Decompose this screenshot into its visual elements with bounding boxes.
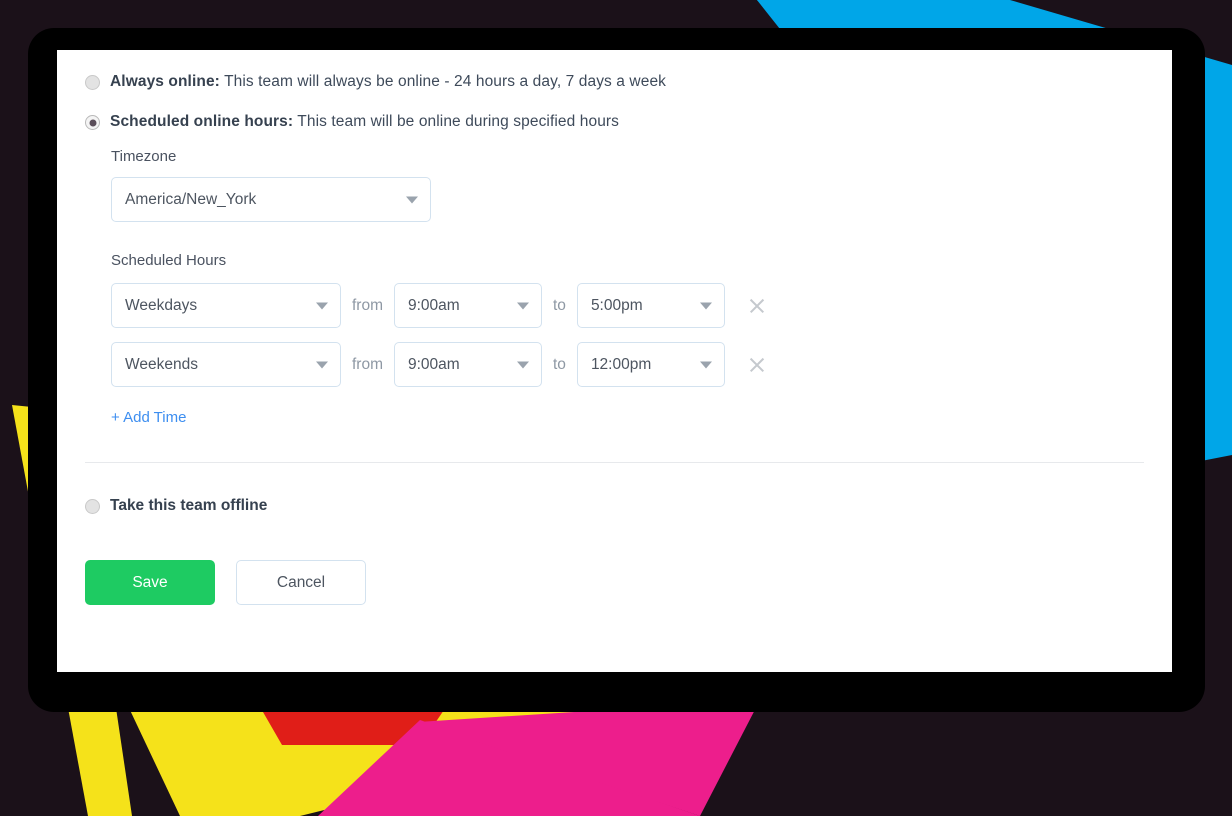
option-always-online-description: This team will always be online - 24 hou…: [219, 73, 667, 90]
schedule-from-value: 9:00am: [408, 355, 460, 373]
schedule-day-select[interactable]: Weekends: [111, 342, 341, 388]
option-scheduled-online-description: This team will be online during specifie…: [293, 113, 620, 131]
radio-scheduled-online[interactable]: [85, 115, 100, 131]
option-scheduled-online-title: Scheduled online hours:: [110, 113, 294, 131]
schedule-day-value: Weekdays: [125, 296, 198, 314]
schedule-to-select[interactable]: 12:00pm: [576, 342, 725, 388]
scheduled-hours-label: Scheduled Hours: [111, 252, 227, 270]
chevron-down-icon: [517, 361, 529, 369]
chevron-down-icon: [517, 302, 529, 310]
settings-card: Always online: This team will always be …: [57, 50, 1172, 672]
to-label: to: [553, 355, 566, 373]
schedule-from-select[interactable]: 9:00am: [394, 283, 542, 329]
close-icon[interactable]: [747, 296, 767, 316]
option-always-online[interactable]: Always online: This team will always be …: [85, 72, 1144, 92]
chevron-down-icon: [699, 302, 712, 310]
schedule-row: Weekends from 9:00am to 12:00pm: [111, 342, 1144, 388]
option-take-offline[interactable]: Take this team offline: [85, 497, 1144, 515]
schedule-day-value: Weekends: [125, 355, 198, 373]
chevron-down-icon: [406, 196, 418, 204]
section-divider: [85, 462, 1144, 464]
option-take-offline-label: Take this team offline: [110, 497, 268, 515]
schedule-from-select[interactable]: 9:00am: [394, 342, 542, 388]
chevron-down-icon: [699, 361, 712, 369]
option-always-online-title: Always online:: [110, 73, 220, 90]
schedule-configuration: Timezone America/New_York Scheduled Hour…: [85, 148, 1144, 430]
radio-take-offline[interactable]: [85, 498, 100, 514]
from-label: from: [352, 355, 383, 373]
timezone-value: America/New_York: [125, 190, 257, 208]
option-scheduled-online-label: Scheduled online hours: This team will b…: [110, 112, 619, 132]
chevron-down-icon: [316, 302, 328, 310]
to-label: to: [553, 296, 566, 314]
timezone-select[interactable]: America/New_York: [111, 177, 431, 223]
option-always-online-label: Always online: This team will always be …: [110, 72, 666, 92]
schedule-to-select[interactable]: 5:00pm: [576, 283, 725, 329]
form-actions: Save Cancel: [85, 560, 1144, 606]
close-icon[interactable]: [747, 355, 767, 375]
schedule-from-value: 9:00am: [408, 296, 460, 314]
from-label: from: [352, 296, 383, 314]
schedule-day-select[interactable]: Weekdays: [111, 283, 341, 329]
chevron-down-icon: [316, 361, 328, 369]
schedule-to-value: 5:00pm: [590, 296, 643, 314]
radio-always-online[interactable]: [85, 75, 100, 90]
save-button[interactable]: Save: [85, 560, 215, 606]
option-scheduled-online[interactable]: Scheduled online hours: This team will b…: [85, 112, 1144, 132]
schedule-to-value: 12:00pm: [590, 355, 652, 373]
schedule-row: Weekdays from 9:00am to 5:00pm: [111, 283, 1144, 329]
cancel-button[interactable]: Cancel: [236, 560, 366, 606]
add-time-link[interactable]: + Add Time: [111, 409, 186, 426]
timezone-label: Timezone: [111, 148, 177, 166]
